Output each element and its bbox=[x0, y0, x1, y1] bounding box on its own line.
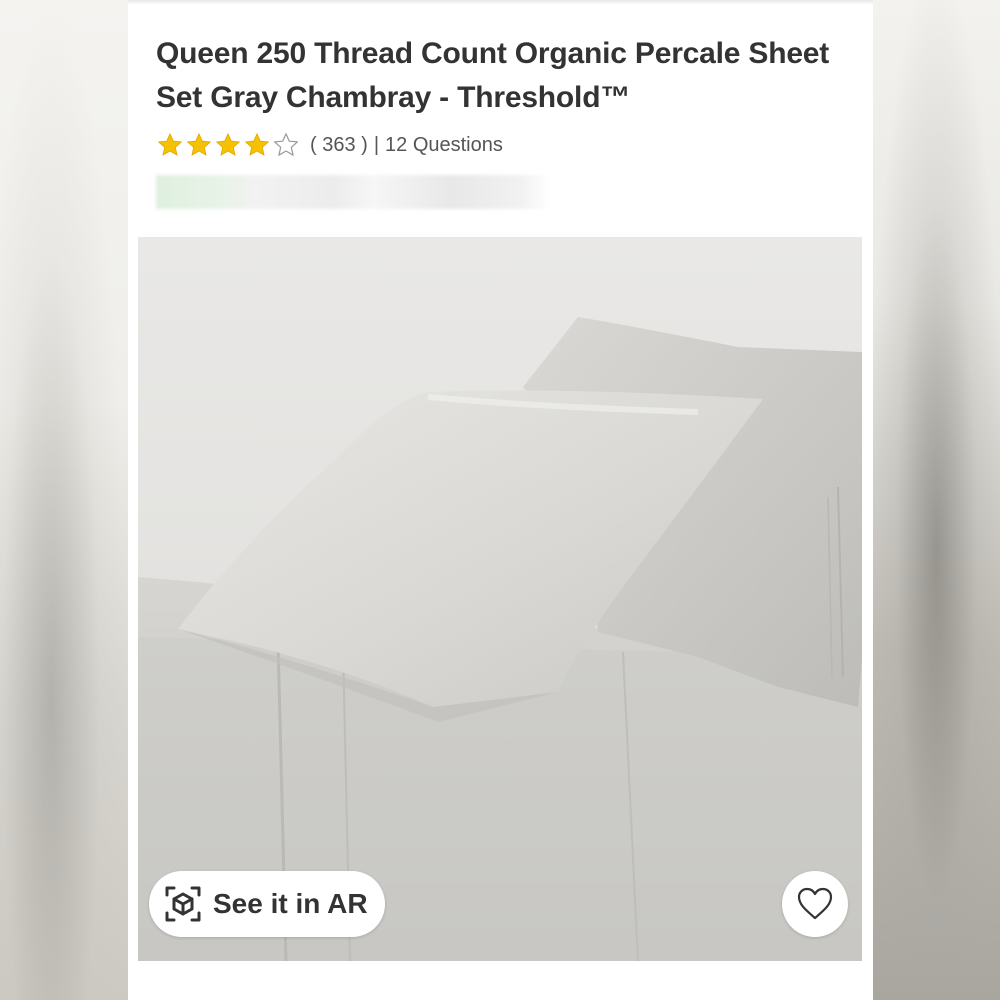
see-in-ar-button[interactable]: See it in AR bbox=[149, 871, 385, 937]
star-empty-icon bbox=[274, 133, 298, 156]
blurred-info-line bbox=[156, 175, 551, 209]
rating-row: ( 363 ) | 12 Questions bbox=[157, 130, 503, 160]
product-image[interactable]: See it in AR bbox=[138, 237, 862, 961]
see-in-ar-label: See it in AR bbox=[213, 888, 368, 919]
favorite-button[interactable] bbox=[782, 871, 848, 937]
ar-cube-icon bbox=[165, 886, 201, 922]
top-divider bbox=[128, 0, 873, 5]
questions-link[interactable]: 12 Questions bbox=[385, 134, 503, 157]
separator: | bbox=[373, 133, 380, 156]
product-title: Queen 250 Thread Count Organic Percale S… bbox=[156, 37, 830, 114]
star-filled-icon bbox=[158, 133, 182, 156]
blurred-background-right bbox=[873, 0, 1000, 1000]
star-rating[interactable] bbox=[157, 132, 302, 158]
star-filled-icon bbox=[187, 133, 211, 156]
star-filled-icon bbox=[245, 133, 269, 156]
review-count-link[interactable]: ( 363 ) bbox=[310, 134, 368, 157]
product-page: Queen 250 Thread Count Organic Percale S… bbox=[128, 0, 873, 1000]
sheet-set-photo bbox=[138, 237, 862, 961]
heart-outline-icon bbox=[797, 887, 833, 920]
blurred-background-left bbox=[0, 0, 128, 1000]
star-filled-icon bbox=[216, 133, 240, 156]
